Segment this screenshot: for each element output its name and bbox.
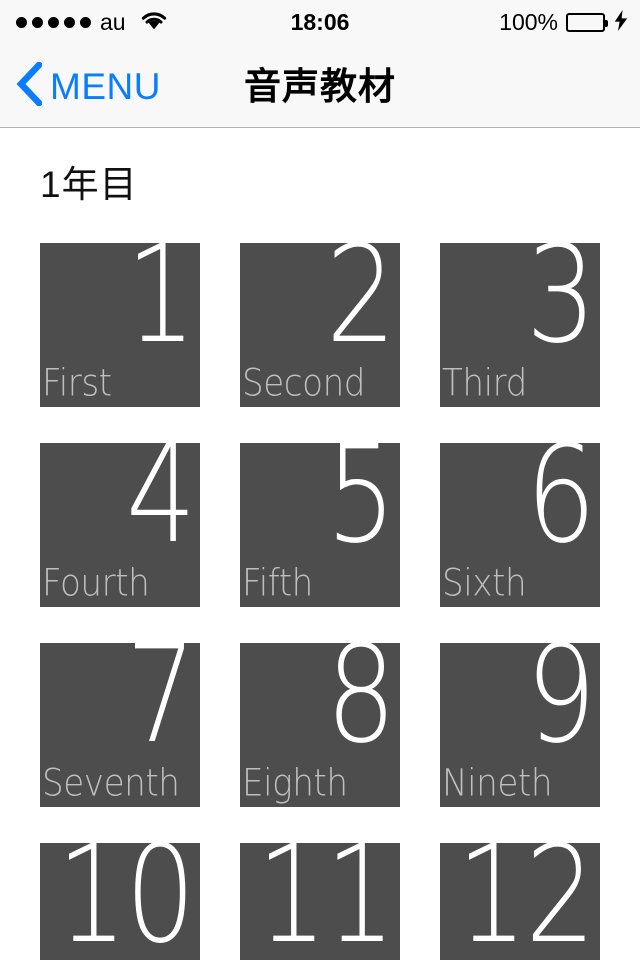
lesson-tile[interactable]: 5 Fifth — [240, 443, 400, 607]
lesson-tile[interactable]: 8 Eighth — [240, 643, 400, 807]
lesson-label: Nineth — [442, 761, 553, 805]
lightning-bolt-icon — [614, 9, 628, 36]
lesson-number: 1 — [125, 243, 196, 374]
lesson-number: 4 — [125, 443, 196, 574]
content-area: 1年目 1 First 2 Second 3 Third 4 Fourth 5 … — [0, 128, 640, 960]
lesson-number: 10 — [57, 843, 196, 960]
section-title: 1年目 — [40, 164, 138, 205]
lesson-label: Third — [442, 361, 527, 405]
lesson-number: 8 — [325, 643, 396, 774]
lesson-label: Seventh — [42, 761, 180, 805]
lesson-tile[interactable]: 10 — [40, 843, 200, 960]
lesson-number: 11 — [257, 843, 396, 960]
lesson-number: 6 — [525, 443, 596, 574]
battery-nub — [605, 20, 608, 27]
lesson-tile[interactable]: 4 Fourth — [40, 443, 200, 607]
lesson-tile[interactable]: 6 Sixth — [440, 443, 600, 607]
lesson-label: Fifth — [242, 561, 313, 605]
lesson-number: 7 — [125, 643, 196, 774]
status-bar-right: 100% — [499, 0, 628, 45]
navigation-bar: MENU 音声教材 — [0, 45, 640, 128]
lesson-grid: 1 First 2 Second 3 Third 4 Fourth 5 Fift… — [0, 203, 640, 960]
lesson-number: 3 — [525, 243, 596, 374]
lesson-tile[interactable]: 7 Seventh — [40, 643, 200, 807]
lesson-label: First — [42, 361, 112, 405]
lesson-label: Eighth — [242, 761, 348, 805]
lesson-tile[interactable]: 11 — [240, 843, 400, 960]
lesson-tile[interactable]: 2 Second — [240, 243, 400, 407]
lesson-number: 2 — [325, 243, 396, 374]
lesson-tile[interactable]: 3 Third — [440, 243, 600, 407]
lesson-number: 12 — [457, 843, 596, 960]
lesson-number: 5 — [325, 443, 396, 574]
battery-percent-label: 100% — [499, 9, 558, 35]
lesson-tile[interactable]: 9 Nineth — [440, 643, 600, 807]
lesson-tile[interactable]: 12 — [440, 843, 600, 960]
lesson-label: Second — [242, 361, 366, 405]
lesson-label: Sixth — [442, 561, 527, 605]
lesson-number: 9 — [525, 643, 596, 774]
lesson-tile[interactable]: 1 First — [40, 243, 200, 407]
status-bar: au 18:06 100% — [0, 0, 640, 45]
page-title: 音声教材 — [244, 66, 396, 107]
lesson-label: Fourth — [42, 561, 150, 605]
battery-icon — [566, 13, 608, 32]
